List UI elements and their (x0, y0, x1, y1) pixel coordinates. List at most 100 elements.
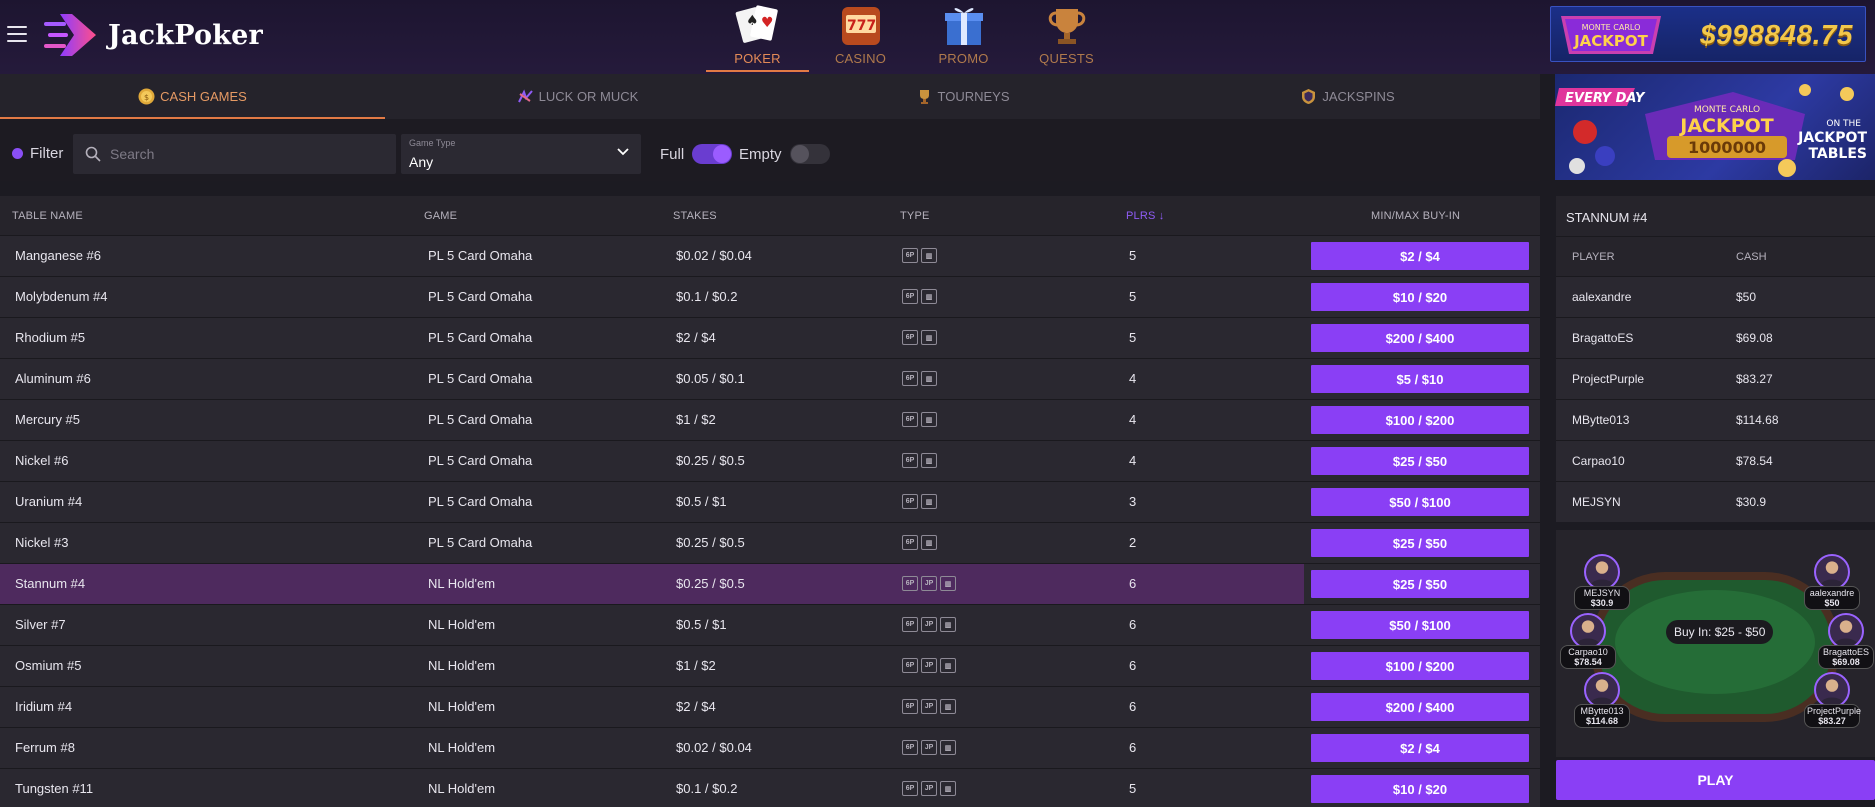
table-row[interactable]: Aluminum #6 PL 5 Card Omaha $0.05 / $0.1 6… (0, 359, 1540, 400)
seat-plate: MBytte013 $114.68 (1574, 704, 1630, 728)
buy-in-button[interactable]: $100 / $200 (1311, 652, 1529, 680)
svg-text:1000000: 1000000 (1688, 138, 1766, 157)
menu-icon[interactable] (7, 26, 27, 44)
buy-in-button[interactable]: $50 / $100 (1311, 611, 1529, 639)
cards-icon: ▥ (940, 740, 956, 755)
tab-jackspins[interactable]: JACKSPINS (1155, 74, 1540, 119)
row-game: PL 5 Card Omaha (428, 330, 533, 345)
row-stakes: $0.25 / $0.5 (676, 453, 745, 468)
buy-in-button[interactable]: $200 / $400 (1311, 324, 1529, 352)
search-box[interactable] (73, 134, 396, 174)
jackpot-banner[interactable]: MONTE CARLO JACKPOT $998848.75 (1550, 6, 1866, 62)
buy-in-button[interactable]: $200 / $400 (1311, 693, 1529, 721)
table-row[interactable]: Tungsten #11 NL Hold'em $0.1 / $0.2 6P JP … (0, 769, 1540, 807)
table-row[interactable]: Nickel #6 PL 5 Card Omaha $0.25 / $0.5 6P … (0, 441, 1540, 482)
row-players: 4 (1129, 412, 1137, 427)
buy-in-button[interactable]: $5 / $10 (1311, 365, 1529, 393)
tab-luck-or-muck[interactable]: LUCK OR MUCK (385, 74, 770, 119)
row-type: 6P ▥ (902, 494, 940, 509)
nav-casino[interactable]: 777 CASINO (809, 0, 912, 72)
table-row[interactable]: Ferrum #8 NL Hold'em $0.02 / $0.04 6P JP ▥… (0, 728, 1540, 769)
nav-poker[interactable]: ♠ ♥ POKER (706, 0, 809, 72)
jackpoker-logo-icon (44, 14, 96, 56)
buy-in-button[interactable]: $25 / $50 (1311, 529, 1529, 557)
table-preview: Buy In: $25 - $50 MEJSYN $30.9 aalexandr… (1556, 530, 1875, 757)
avatar (1828, 613, 1864, 649)
nav-quests[interactable]: QUESTS (1015, 0, 1118, 72)
row-stakes: $0.05 / $0.1 (676, 371, 745, 386)
buy-in-button[interactable]: $10 / $20 (1311, 775, 1529, 803)
avatar (1814, 554, 1850, 590)
row-game: PL 5 Card Omaha (428, 412, 533, 427)
row-players: 2 (1129, 535, 1137, 550)
shield-icon (1302, 89, 1316, 104)
player-name: BragattoES (1572, 331, 1634, 345)
svg-text:777: 777 (847, 18, 876, 34)
row-type: 6P ▥ (902, 453, 940, 468)
jackpot-icon: JP (921, 699, 937, 714)
table-row[interactable]: Osmium #5 NL Hold'em $1 / $2 6P JP ▥ 6 $100… (0, 646, 1540, 687)
seat-plate: MEJSYN $30.9 (1574, 586, 1630, 610)
player-name: MBytte013 (1572, 413, 1630, 427)
promo-banner[interactable]: EVERY DAY MONTE CARLO JACKPOT 1000000 ON… (1555, 74, 1875, 180)
buy-in-button[interactable]: $25 / $50 (1311, 570, 1529, 598)
cards-icon: ▥ (940, 576, 956, 591)
table-row[interactable]: Uranium #4 PL 5 Card Omaha $0.5 / $1 6P ▥ … (0, 482, 1540, 523)
nav-promo[interactable]: PROMO (912, 0, 1015, 72)
game-type-select[interactable]: Game Type Any (401, 134, 641, 174)
svg-text:♠: ♠ (746, 13, 759, 29)
header-type[interactable]: TYPE (900, 210, 930, 222)
header-buyin[interactable]: MIN/MAX BUY-IN (1371, 210, 1460, 222)
table-row[interactable]: Silver #7 NL Hold'em $0.5 / $1 6P JP ▥ 6 $5… (0, 605, 1540, 646)
table-row[interactable]: Rhodium #5 PL 5 Card Omaha $2 / $4 6P ▥ 5 $… (0, 318, 1540, 359)
header-table-name[interactable]: TABLE NAME (12, 210, 83, 222)
row-table-name: Tungsten #11 (15, 781, 94, 796)
row-type: 6P ▥ (902, 248, 940, 263)
buy-in-button[interactable]: $50 / $100 (1311, 488, 1529, 516)
cards-icon: ▥ (921, 535, 937, 550)
table-row[interactable]: Iridium #4 NL Hold'em $2 / $4 6P JP ▥ 6 $20… (0, 687, 1540, 728)
filter-button[interactable]: Filter (12, 145, 63, 162)
full-toggle[interactable] (692, 144, 733, 164)
buy-in-button[interactable]: $25 / $50 (1311, 447, 1529, 475)
brand-logo[interactable]: JackPoker (42, 12, 263, 58)
header-stakes[interactable]: STAKES (673, 210, 717, 222)
buy-in-button[interactable]: $100 / $200 (1311, 406, 1529, 434)
row-stakes: $0.5 / $1 (676, 494, 727, 509)
table-row[interactable]: Molybdenum #4 PL 5 Card Omaha $0.1 / $0.2 … (0, 277, 1540, 318)
seat-plate: aalexandre $50 (1804, 586, 1860, 610)
trophy-icon (919, 90, 929, 104)
svg-text:$: $ (144, 93, 149, 102)
svg-text:MONTE CARLO: MONTE CARLO (1582, 23, 1641, 32)
seat-plate: Carpao10 $78.54 (1560, 645, 1616, 669)
table-info-panel: STANNUM #4 PLAYER CASH aalexandre $50 Bra… (1556, 196, 1875, 522)
buy-in-button[interactable]: $2 / $4 (1311, 734, 1529, 762)
header-game[interactable]: GAME (424, 210, 457, 222)
play-button[interactable]: PLAY (1556, 760, 1875, 800)
table-row[interactable]: Nickel #3 PL 5 Card Omaha $0.25 / $0.5 6P … (0, 523, 1540, 564)
cards-icon: ▥ (921, 330, 937, 345)
search-icon (85, 146, 101, 162)
player-row: BragattoES $69.08 (1556, 317, 1875, 358)
buy-in-button[interactable]: $10 / $20 (1311, 283, 1529, 311)
player-row: Carpao10 $78.54 (1556, 440, 1875, 481)
header-players-sorted[interactable]: PLRS ↓ (1126, 210, 1165, 222)
row-stakes: $0.02 / $0.04 (676, 248, 752, 263)
tab-cash-games[interactable]: $ CASH GAMES (0, 74, 385, 119)
table-row[interactable]: Stannum #4 NL Hold'em $0.25 / $0.5 6P JP ▥… (0, 564, 1540, 605)
player-cash: $50 (1736, 290, 1757, 304)
player-row: MEJSYN $30.9 (1556, 481, 1875, 522)
empty-toggle[interactable] (789, 144, 830, 164)
row-players: 5 (1129, 248, 1137, 263)
buy-in-button[interactable]: $2 / $4 (1311, 242, 1529, 270)
jackpot-badge-icon: MONTE CARLO JACKPOT (1561, 16, 1661, 54)
row-players: 5 (1129, 330, 1137, 345)
row-players: 6 (1129, 658, 1137, 673)
seat: ProjectPurple $83.27 (1804, 672, 1861, 728)
svg-text:♥: ♥ (761, 15, 774, 31)
six-players-icon: 6P (902, 576, 918, 591)
tab-tourneys[interactable]: TOURNEYS (770, 74, 1155, 119)
search-input[interactable] (110, 146, 380, 162)
table-row[interactable]: Mercury #5 PL 5 Card Omaha $1 / $2 6P ▥ 4 $… (0, 400, 1540, 441)
table-row[interactable]: Manganese #6 PL 5 Card Omaha $0.02 / $0.04… (0, 236, 1540, 277)
